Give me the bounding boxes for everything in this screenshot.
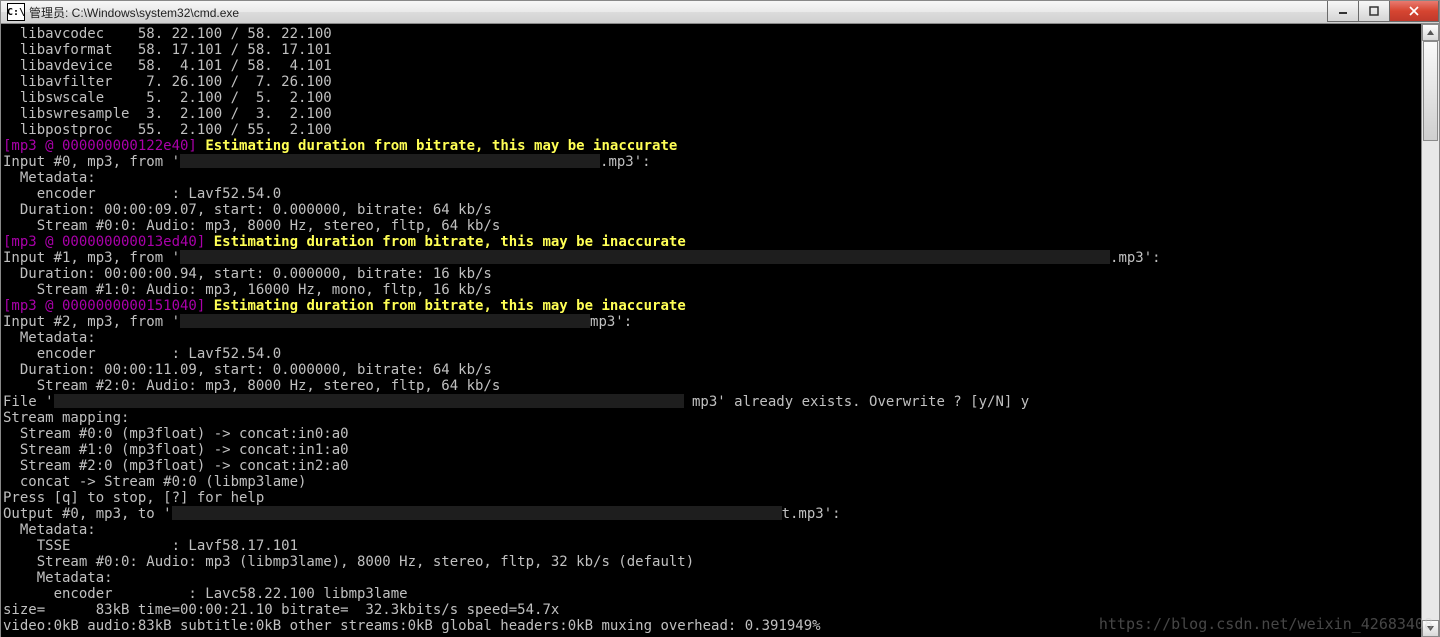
minimize-button[interactable] [1327, 1, 1359, 22]
terminal-line: libpostproc 55. 2.100 / 55. 2.100 [3, 122, 1421, 138]
terminal-line: encoder : Lavc58.22.100 libmp3lame [3, 586, 1421, 602]
terminal-line: concat -> Stream #0:0 (libmp3lame) [3, 474, 1421, 490]
terminal-line: libswscale 5. 2.100 / 5. 2.100 [3, 90, 1421, 106]
terminal-line: Metadata: [3, 570, 1421, 586]
terminal-line: Stream mapping: [3, 410, 1421, 426]
terminal-line: libavfilter 7. 26.100 / 7. 26.100 [3, 74, 1421, 90]
terminal-line: Metadata: [3, 330, 1421, 346]
cmd-window: C:\ 管理员: C:\Windows\system32\cmd.exe lib… [0, 0, 1440, 637]
terminal-line: libavformat 58. 17.101 / 58. 17.101 [3, 42, 1421, 58]
terminal-line: Duration: 00:00:11.09, start: 0.000000, … [3, 362, 1421, 378]
terminal-line: Stream #0:0: Audio: mp3, 8000 Hz, stereo… [3, 218, 1421, 234]
terminal-line: libavcodec 58. 22.100 / 58. 22.100 [3, 26, 1421, 42]
terminal-line: Input #1, mp3, from '.mp3': [3, 250, 1421, 266]
terminal-line: encoder : Lavf52.54.0 [3, 346, 1421, 362]
terminal-line: libswresample 3. 2.100 / 3. 2.100 [3, 106, 1421, 122]
terminal-line: Duration: 00:00:09.07, start: 0.000000, … [3, 202, 1421, 218]
terminal-line: Stream #0:0: Audio: mp3 (libmp3lame), 80… [3, 554, 1421, 570]
terminal-line: Metadata: [3, 522, 1421, 538]
scroll-up-button[interactable] [1422, 24, 1439, 41]
terminal-line: Stream #2:0 (mp3float) -> concat:in2:a0 [3, 458, 1421, 474]
terminal-line: size= 83kB time=00:00:21.10 bitrate= 32.… [3, 602, 1421, 618]
terminal-line: video:0kB audio:83kB subtitle:0kB other … [3, 618, 1421, 634]
scroll-down-button[interactable] [1422, 620, 1439, 637]
terminal-line: [mp3 @ 000000000013ed40] Estimating dura… [3, 234, 1421, 250]
scroll-thumb[interactable] [1423, 41, 1438, 141]
terminal-line: Stream #1:0: Audio: mp3, 16000 Hz, mono,… [3, 282, 1421, 298]
terminal-line: [mp3 @ 000000000122e40] Estimating durat… [3, 138, 1421, 154]
terminal-line: Duration: 00:00:00.94, start: 0.000000, … [3, 266, 1421, 282]
terminal-line: [mp3 @ 0000000000151040] Estimating dura… [3, 298, 1421, 314]
terminal-line: Stream #0:0 (mp3float) -> concat:in0:a0 [3, 426, 1421, 442]
titlebar[interactable]: C:\ 管理员: C:\Windows\system32\cmd.exe [1, 1, 1439, 24]
window-controls [1328, 1, 1439, 21]
terminal-line: Stream #1:0 (mp3float) -> concat:in1:a0 [3, 442, 1421, 458]
terminal-output[interactable]: libavcodec 58. 22.100 / 58. 22.100 libav… [1, 24, 1421, 637]
terminal-line: Stream #2:0: Audio: mp3, 8000 Hz, stereo… [3, 378, 1421, 394]
cmd-icon: C:\ [7, 3, 25, 21]
terminal-line: Input #0, mp3, from '.mp3': [3, 154, 1421, 170]
vertical-scrollbar[interactable] [1421, 24, 1439, 637]
terminal-line: TSSE : Lavf58.17.101 [3, 538, 1421, 554]
terminal-line: Press [q] to stop, [?] for help [3, 490, 1421, 506]
terminal-line: File ' mp3' already exists. Overwrite ? … [3, 394, 1421, 410]
maximize-button[interactable] [1358, 1, 1390, 22]
terminal-area: libavcodec 58. 22.100 / 58. 22.100 libav… [1, 24, 1439, 637]
terminal-line: libavdevice 58. 4.101 / 58. 4.101 [3, 58, 1421, 74]
terminal-line: encoder : Lavf52.54.0 [3, 186, 1421, 202]
terminal-line: Input #2, mp3, from 'mp3': [3, 314, 1421, 330]
window-title: 管理员: C:\Windows\system32\cmd.exe [29, 4, 239, 21]
close-button[interactable] [1389, 1, 1439, 22]
terminal-line: Output #0, mp3, to 't.mp3': [3, 506, 1421, 522]
terminal-line: Metadata: [3, 170, 1421, 186]
